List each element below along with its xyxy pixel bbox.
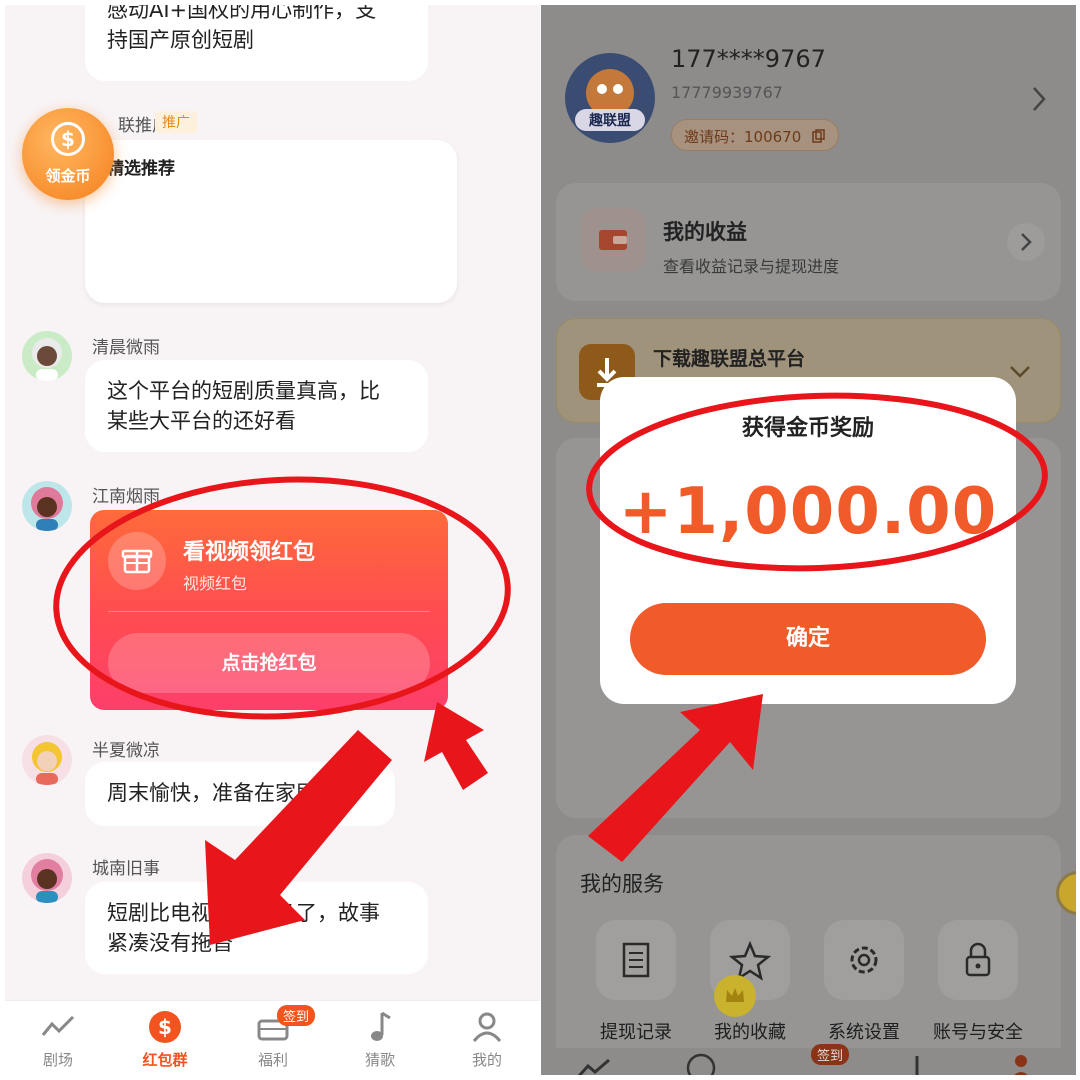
tab-red-packet-group[interactable]: $ 红包群 xyxy=(125,1009,205,1070)
message-text: 这个平台的短剧质量真高，比 xyxy=(107,379,380,403)
tab-me[interactable]: 我的 xyxy=(447,1009,527,1070)
avatar[interactable] xyxy=(22,331,72,381)
avatar[interactable] xyxy=(22,853,72,903)
tab-label: 剧场 xyxy=(42,1051,73,1069)
services-card: 我的服务 提现记录 我的收藏 系统设置 账号与安全 xyxy=(556,835,1061,1065)
earnings-subtitle: 查看收益记录与提现进度 xyxy=(663,257,840,276)
person-icon xyxy=(1014,1055,1028,1075)
chevron-right-icon[interactable] xyxy=(1031,85,1047,113)
woman-avatar-icon xyxy=(32,742,62,785)
invite-code: 邀请码：100670 xyxy=(684,128,802,146)
dollar-icon: $ xyxy=(51,122,85,156)
service-account-security[interactable] xyxy=(938,920,1018,1000)
check-in-badge: 签到 xyxy=(811,1044,850,1065)
music-note-icon xyxy=(915,1056,919,1075)
svg-text:$: $ xyxy=(158,1015,172,1039)
tab-label: 猜歌 xyxy=(364,1051,395,1069)
receipt-icon xyxy=(622,942,650,978)
reward-amount: +1,000.00 xyxy=(618,475,998,549)
wallet-icon xyxy=(581,208,645,272)
woman-avatar-icon xyxy=(31,859,63,903)
services-title: 我的服务 xyxy=(580,872,664,896)
avatar-brand-text: 趣联盟 xyxy=(589,113,631,129)
promo-card[interactable]: 精选推荐 xyxy=(85,140,457,303)
gift-box-icon xyxy=(108,532,166,590)
service-label: 账号与安全 xyxy=(933,1022,1023,1043)
reward-dialog: 获得金币奖励 +1,000.00 确定 xyxy=(600,377,1016,704)
message-line-partial: 感动AI+国权的用心制作，支 xyxy=(107,5,377,22)
trend-icon xyxy=(577,1058,610,1075)
earnings-title: 我的收益 xyxy=(663,220,747,244)
check-in-badge: 签到 xyxy=(277,1005,316,1026)
earnings-card[interactable]: 我的收益 查看收益记录与提现进度 xyxy=(556,183,1061,301)
chat-bubble: 短剧比电视剧好看多了，故事 紧凑没有拖沓 xyxy=(85,882,428,974)
get-coins-label: 领金币 xyxy=(45,167,91,185)
service-label: 我的收藏 xyxy=(714,1022,786,1043)
promo-card-title: 精选推荐 xyxy=(107,159,175,179)
invite-code-chip[interactable]: 邀请码：100670 xyxy=(671,119,839,151)
message-text: 某些大平台的还好看 xyxy=(107,409,296,433)
service-label: 提现记录 xyxy=(600,1022,672,1043)
service-withdraw-record[interactable] xyxy=(596,920,676,1000)
message-text: 短剧比电视剧好看多了，故事 xyxy=(107,901,380,925)
music-note-icon xyxy=(371,1011,391,1041)
username: 江南烟雨 xyxy=(92,487,160,507)
username: 半夏微凉 xyxy=(92,741,160,761)
avatar[interactable] xyxy=(22,735,72,785)
screenshot-root: 感动AI+国权的用心制作，支 持国产原创短剧 联推广 推广 精选推荐 $ 领金币… xyxy=(0,0,1080,1080)
red-packet-subtitle: 视频红包 xyxy=(183,574,248,593)
copy-icon xyxy=(812,129,825,143)
masked-phone: 177****9767 xyxy=(671,45,826,73)
chat-bubble: 感动AI+国权的用心制作，支 持国产原创短剧 xyxy=(85,5,428,81)
avatar[interactable] xyxy=(22,481,72,531)
promo-tag: 推广 xyxy=(155,111,197,133)
grab-red-packet-button[interactable]: 点击抢红包 xyxy=(108,633,430,693)
username: 清晨微雨 xyxy=(92,338,160,358)
gear-icon xyxy=(850,946,878,974)
bottom-tab-bar-dimmed: 签到 xyxy=(541,1044,1076,1075)
bottom-tab-bar: 剧场 $ 红包群 福利 签到 猜歌 我的 xyxy=(5,1000,540,1075)
trend-icon xyxy=(41,1015,75,1036)
chat-bubble: 周末愉快，准备在家刷短剧 xyxy=(85,762,395,826)
reward-title: 获得金币奖励 xyxy=(741,416,874,441)
red-packet-title: 看视频领红包 xyxy=(183,540,316,565)
woman-avatar-icon xyxy=(32,338,62,381)
tab-theater[interactable]: 剧场 xyxy=(18,1009,98,1070)
download-title: 下载趣联盟总平台 xyxy=(653,348,806,370)
message-text: 紧凑没有拖沓 xyxy=(107,931,233,955)
person-icon xyxy=(472,1012,502,1042)
confirm-button[interactable]: 确定 xyxy=(630,603,986,675)
service-settings[interactable] xyxy=(824,920,904,1000)
username: 城南旧事 xyxy=(92,859,160,879)
chat-screen: 感动AI+国权的用心制作，支 持国产原创短剧 联推广 推广 精选推荐 $ 领金币… xyxy=(5,5,540,1075)
dollar-icon xyxy=(686,1053,716,1075)
tab-label: 福利 xyxy=(257,1051,288,1069)
chat-bubble: 这个平台的短剧质量真高，比 某些大平台的还好看 xyxy=(85,360,428,452)
woman-avatar-icon xyxy=(31,487,63,531)
divider xyxy=(108,611,430,612)
profile-avatar[interactable]: 趣联盟 xyxy=(565,53,655,143)
get-coins-button[interactable]: $ 领金币 xyxy=(22,108,114,200)
chevron-right-icon xyxy=(1007,223,1045,261)
message-text: 持国产原创短剧 xyxy=(107,28,254,52)
dollar-icon: $ xyxy=(149,1011,181,1043)
message-text: 周末愉快，准备在家刷短剧 xyxy=(107,781,359,805)
tab-label: 红包群 xyxy=(142,1051,188,1069)
crown-badge-icon xyxy=(714,975,756,1017)
red-packet-card[interactable]: 看视频领红包 视频红包 点击抢红包 xyxy=(90,510,448,710)
phone-number: 17779939767 xyxy=(671,83,783,102)
tab-label: 我的 xyxy=(471,1051,502,1069)
chevron-down-icon xyxy=(1010,366,1030,378)
lock-icon xyxy=(965,942,991,977)
service-label: 系统设置 xyxy=(828,1022,900,1043)
tab-guess-song[interactable]: 猜歌 xyxy=(340,1009,420,1070)
